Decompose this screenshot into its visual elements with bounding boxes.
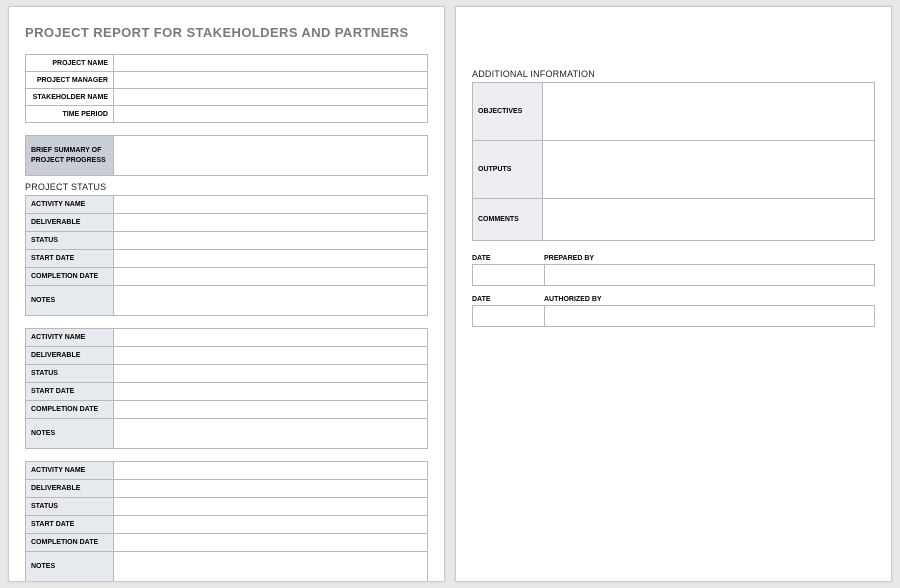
activity-name-field[interactable] (114, 196, 428, 214)
notes-label: NOTES (26, 419, 114, 449)
prepared-by-block: DATE PREPARED BY (472, 255, 875, 286)
start-date-field[interactable] (114, 250, 428, 268)
start-date-field[interactable] (114, 383, 428, 401)
comments-field[interactable] (543, 199, 875, 241)
comments-label: COMMENTS (473, 199, 543, 241)
completion-date-field[interactable] (114, 268, 428, 286)
completion-date-field[interactable] (114, 401, 428, 419)
start-date-label: START DATE (26, 250, 114, 268)
status-label: STATUS (26, 365, 114, 383)
objectives-label: OBJECTIVES (473, 83, 543, 141)
deliverable-field[interactable] (114, 214, 428, 232)
status-block: ACTIVITY NAME DELIVERABLE STATUS START D… (25, 195, 428, 316)
completion-date-label: COMPLETION DATE (26, 534, 114, 552)
additional-info-table: OBJECTIVES OUTPUTS COMMENTS (472, 82, 875, 241)
deliverable-field[interactable] (114, 480, 428, 498)
start-date-label: START DATE (26, 516, 114, 534)
status-field[interactable] (114, 232, 428, 250)
prepared-by-field[interactable] (545, 265, 874, 285)
document-title: PROJECT REPORT FOR STAKEHOLDERS AND PART… (25, 25, 428, 40)
authorized-date-field[interactable] (473, 306, 545, 326)
summary-table: BRIEF SUMMARY OF PROJECT PROGRESS (25, 135, 428, 176)
deliverable-label: DELIVERABLE (26, 347, 114, 365)
activity-name-field[interactable] (114, 329, 428, 347)
status-field[interactable] (114, 365, 428, 383)
notes-label: NOTES (26, 286, 114, 316)
activity-name-label: ACTIVITY NAME (26, 196, 114, 214)
outputs-field[interactable] (543, 141, 875, 199)
page-2: ADDITIONAL INFORMATION OBJECTIVES OUTPUT… (455, 6, 892, 582)
project-manager-label: PROJECT MANAGER (26, 72, 114, 89)
notes-field[interactable] (114, 419, 428, 449)
start-date-field[interactable] (114, 516, 428, 534)
project-name-label: PROJECT NAME (26, 55, 114, 72)
start-date-label: START DATE (26, 383, 114, 401)
objectives-field[interactable] (543, 83, 875, 141)
summary-field[interactable] (114, 136, 428, 176)
project-manager-field[interactable] (114, 72, 428, 89)
prepared-date-field[interactable] (473, 265, 545, 285)
project-info-table: PROJECT NAME PROJECT MANAGER STAKEHOLDER… (25, 54, 428, 123)
authorized-by-field[interactable] (545, 306, 874, 326)
status-label: STATUS (26, 498, 114, 516)
completion-date-label: COMPLETION DATE (26, 401, 114, 419)
status-field[interactable] (114, 498, 428, 516)
authorized-by-label: AUTHORIZED BY (544, 296, 875, 303)
outputs-label: OUTPUTS (473, 141, 543, 199)
summary-label: BRIEF SUMMARY OF PROJECT PROGRESS (26, 136, 114, 176)
deliverable-label: DELIVERABLE (26, 480, 114, 498)
deliverable-label: DELIVERABLE (26, 214, 114, 232)
status-block: ACTIVITY NAME DELIVERABLE STATUS START D… (25, 328, 428, 449)
time-period-field[interactable] (114, 106, 428, 123)
completion-date-label: COMPLETION DATE (26, 268, 114, 286)
completion-date-field[interactable] (114, 534, 428, 552)
activity-name-field[interactable] (114, 462, 428, 480)
stakeholder-name-field[interactable] (114, 89, 428, 106)
time-period-label: TIME PERIOD (26, 106, 114, 123)
notes-field[interactable] (114, 286, 428, 316)
project-status-heading: PROJECT STATUS (25, 182, 428, 192)
authorized-by-block: DATE AUTHORIZED BY (472, 296, 875, 327)
activity-name-label: ACTIVITY NAME (26, 329, 114, 347)
stakeholder-name-label: STAKEHOLDER NAME (26, 89, 114, 106)
status-block: ACTIVITY NAME DELIVERABLE STATUS START D… (25, 461, 428, 582)
deliverable-field[interactable] (114, 347, 428, 365)
activity-name-label: ACTIVITY NAME (26, 462, 114, 480)
notes-field[interactable] (114, 552, 428, 582)
prepared-date-label: DATE (472, 255, 544, 262)
page-1: PROJECT REPORT FOR STAKEHOLDERS AND PART… (8, 6, 445, 582)
project-name-field[interactable] (114, 55, 428, 72)
notes-label: NOTES (26, 552, 114, 582)
status-label: STATUS (26, 232, 114, 250)
additional-info-heading: ADDITIONAL INFORMATION (472, 69, 875, 79)
prepared-by-label: PREPARED BY (544, 255, 875, 262)
authorized-date-label: DATE (472, 296, 544, 303)
